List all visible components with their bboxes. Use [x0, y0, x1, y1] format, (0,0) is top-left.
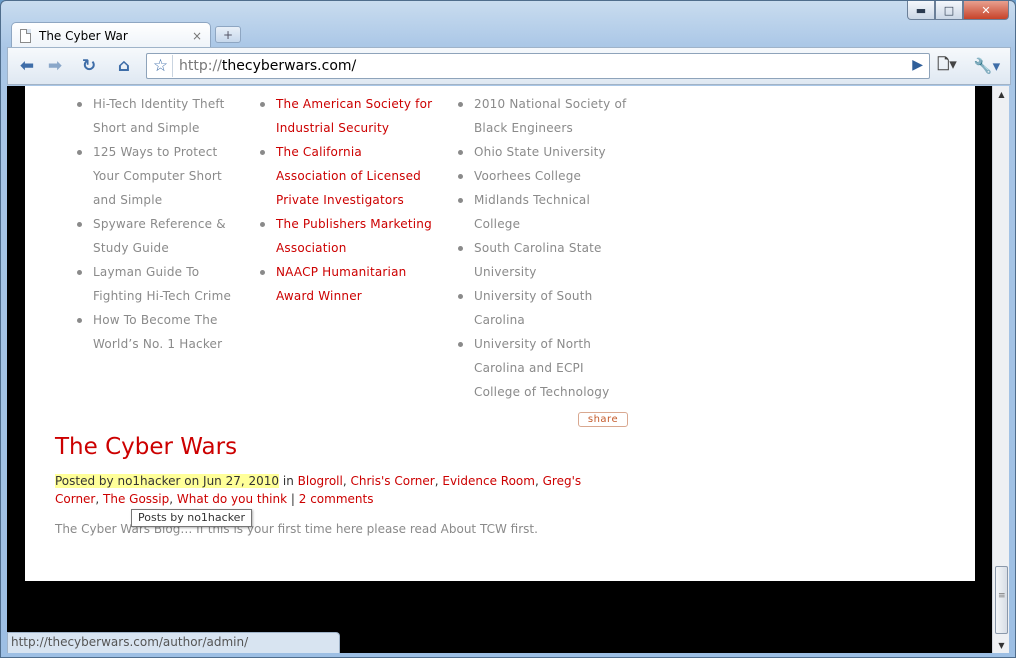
in-label: in	[279, 474, 298, 488]
close-window-button[interactable]: ✕	[963, 1, 1009, 20]
category-separator: ,	[169, 492, 177, 506]
vertical-scrollbar[interactable]: ▲ ▼	[992, 86, 1009, 653]
browser-tab[interactable]: The Cyber War ×	[11, 22, 211, 48]
browser-window: ▬ □ ✕ The Cyber War × + ⬅ ➡ ↻ ⌂ ☆ http:/…	[0, 0, 1016, 658]
page-menu-icon[interactable]: 🗋▾	[932, 54, 962, 78]
page-viewport: Hi-Tech Identity Theft Short and Simple 1…	[7, 86, 992, 653]
date-prefix: on	[180, 474, 204, 488]
list-item: Voorhees College	[458, 164, 633, 188]
list-column-2: The American Society for Industrial Secu…	[260, 92, 435, 308]
category-link[interactable]: What do you think	[177, 492, 287, 506]
scroll-down-icon[interactable]: ▼	[993, 637, 1010, 653]
minimize-button[interactable]: ▬	[907, 1, 935, 20]
address-bar[interactable]: ☆ http://thecyberwars.com/ ▶	[146, 53, 930, 79]
status-bar: http://thecyberwars.com/author/admin/	[7, 632, 340, 653]
category-separator: ,	[534, 474, 543, 488]
tab-close-icon[interactable]: ×	[192, 29, 202, 43]
page-icon	[20, 28, 31, 43]
url-text[interactable]: http://thecyberwars.com/	[179, 58, 356, 74]
list-item: University of South Carolina	[458, 284, 633, 332]
scroll-up-icon[interactable]: ▲	[993, 86, 1010, 102]
list-item: 125 Ways to Protect Your Computer Short …	[77, 140, 247, 212]
go-icon[interactable]: ▶	[912, 57, 923, 73]
posted-by-label: Posted by	[55, 474, 118, 488]
category-link[interactable]: Chris's Corner	[350, 474, 434, 488]
list-item: Hi-Tech Identity Theft Short and Simple	[77, 92, 247, 140]
list-item[interactable]: NAACP Humanitarian Award Winner	[260, 260, 435, 308]
share-button[interactable]: share	[578, 412, 628, 427]
list-item: Ohio State University	[458, 140, 633, 164]
list-item[interactable]: The California Association of Licensed P…	[260, 140, 435, 212]
browser-toolbar: ⬅ ➡ ↻ ⌂ ☆ http://thecyberwars.com/ ▶ 🗋▾ …	[7, 47, 1011, 85]
list-column-3: 2010 National Society of Black Engineers…	[458, 92, 633, 404]
url-protocol: http://	[179, 58, 222, 74]
category-link[interactable]: Evidence Room	[442, 474, 535, 488]
comments-link[interactable]: 2 comments	[299, 492, 374, 506]
page-content: Hi-Tech Identity Theft Short and Simple 1…	[25, 86, 975, 581]
home-icon[interactable]: ⌂	[111, 54, 137, 78]
window-controls: ▬ □ ✕	[907, 1, 1009, 20]
tab-title: The Cyber War	[39, 28, 128, 43]
forward-arrow-icon[interactable]: ➡	[42, 54, 68, 78]
list-item: Layman Guide To Fighting Hi-Tech Crime	[77, 260, 247, 308]
post-title[interactable]: The Cyber Wars	[55, 434, 237, 460]
wrench-icon[interactable]: 🔧▾	[970, 54, 1004, 78]
list-item: Midlands Technical College	[458, 188, 633, 236]
new-tab-button[interactable]: +	[215, 26, 241, 43]
maximize-button[interactable]: □	[935, 1, 963, 20]
bookmark-star-icon[interactable]: ☆	[149, 55, 173, 77]
scroll-thumb[interactable]	[995, 566, 1008, 634]
list-item: How To Become The World’s No. 1 Hacker	[77, 308, 247, 356]
list-column-1: Hi-Tech Identity Theft Short and Simple 1…	[77, 92, 247, 356]
list-item: 2010 National Society of Black Engineers	[458, 92, 633, 140]
list-item: University of North Carolina and ECPI Co…	[458, 332, 633, 404]
author-tooltip: Posts by no1hacker	[131, 509, 252, 527]
url-host: thecyberwars.com/	[221, 58, 357, 74]
list-item: South Carolina State University	[458, 236, 633, 284]
author-link[interactable]: no1hacker	[117, 474, 180, 488]
reload-icon[interactable]: ↻	[76, 54, 102, 78]
list-item[interactable]: The American Society for Industrial Secu…	[260, 92, 435, 140]
list-item[interactable]: The Publishers Marketing Association	[260, 212, 435, 260]
post-meta: Posted by no1hacker on Jun 27, 2010 in B…	[55, 472, 615, 508]
meta-separator: |	[287, 492, 299, 506]
back-arrow-icon[interactable]: ⬅	[14, 54, 40, 78]
category-separator: ,	[95, 492, 104, 506]
list-item: Spyware Reference & Study Guide	[77, 212, 247, 260]
post-date: Jun 27, 2010	[203, 474, 280, 488]
posted-by-highlight: Posted by no1hacker on Jun 27, 2010	[55, 474, 280, 488]
post-excerpt: The Cyber Wars Blog… If this is your fir…	[55, 522, 538, 536]
category-link[interactable]: The Gossip	[103, 492, 169, 506]
category-link[interactable]: Blogroll	[298, 474, 343, 488]
